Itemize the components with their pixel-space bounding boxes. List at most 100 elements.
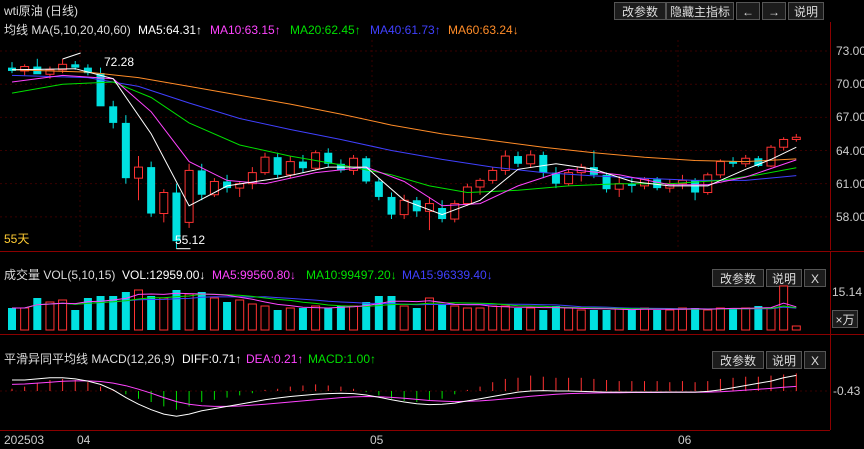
candle-body [121,122,130,179]
candle-body [779,138,789,148]
volume-bar [665,309,675,331]
volume-bar [677,307,687,331]
volume-bar [147,296,156,330]
candle-body [703,174,713,194]
volume-bar [627,310,636,330]
candle-body [791,136,801,140]
volume-bar [741,307,751,331]
panel-divider [0,334,864,335]
volume-bar [336,306,345,330]
candle-body [514,156,522,164]
diff-value: DIFF:0.71↑ [182,352,242,366]
volume-bar [45,301,55,331]
hide-main-indicator-button[interactable]: 隐藏主指标 [666,2,734,20]
candle-body [589,167,598,175]
high-marker [62,52,81,60]
ma20-value: MA20:62.45↑ [290,23,361,37]
help-button[interactable]: 说明 [788,2,824,20]
candle-body [539,154,548,173]
price-tick: 58.00 [836,209,864,224]
candle-body [285,161,295,176]
price-tick: 70.00 [836,77,864,92]
candle-body [109,106,118,123]
back-arrow-icon[interactable]: ← [736,2,760,20]
volume-bar [399,305,409,331]
volume-bar [298,308,307,330]
volume-bar [514,308,522,330]
candle-body [614,183,624,190]
volume-bar [247,303,257,331]
volume-chart[interactable] [0,284,830,331]
date-tick: 202503 [4,433,45,447]
candle-body [766,146,776,167]
volume-bar [729,308,738,330]
volume-bar [324,308,333,330]
volume-bar [438,304,447,330]
candle-body [715,161,725,176]
volume-bar [33,298,42,330]
volume-bar [715,307,725,331]
volume-bar [260,305,270,331]
volume-bar [223,302,232,330]
volume-bar [539,310,548,330]
volume-bar [58,299,68,331]
candle-body [488,169,498,181]
volume-bar [614,307,624,331]
change-params-button[interactable]: 改参数 [614,2,666,20]
volume-bar [640,307,649,331]
volume-bar [475,307,485,331]
candle-body [159,192,169,215]
price-tick: 64.00 [836,143,864,158]
candle-body [197,170,206,195]
candlestick-chart[interactable] [0,40,830,250]
candle-body [462,186,472,205]
volume-bar [791,325,801,331]
volume-bar [184,293,194,331]
macd-value: MACD:1.00↑ [308,352,377,366]
price-tick: 67.00 [836,110,864,125]
volume-bar [235,299,245,331]
vol-ma10-value: MA10:99497.20↓ [306,268,397,282]
vol-value: VOL:12959.00↓ [122,268,206,282]
candle-body [134,166,143,179]
dea-value: DEA:0.21↑ [246,352,304,366]
volume-bar [273,310,282,330]
forward-arrow-icon[interactable]: → [762,2,786,20]
candle-body [71,64,80,68]
macd-axis-value: -0.43 [833,384,861,398]
candle-body [273,157,282,175]
candle-body [374,181,383,197]
candle-body [260,156,270,174]
volume-bar [589,310,598,330]
volume-bar [311,305,321,331]
candle-body [184,169,194,223]
vol-ma15-value: MA15:96339.40↓ [402,268,493,282]
volume-bar [564,307,574,331]
low-annotation: 55.12 [175,233,206,247]
candle-body [147,167,156,214]
ma10-value: MA10:63.15↑ [210,23,281,37]
volume-bar [779,285,789,331]
volume-bar [653,310,662,330]
vol-ma5-value: MA5:99560.80↓ [212,268,297,282]
volume-bar [488,305,498,331]
candle-body [526,154,536,165]
vol-label: 成交量 VOL(5,10,15) [4,268,116,282]
price-tick: 61.00 [836,176,864,191]
volume-bar [134,289,143,331]
price-axis-divider [830,22,831,250]
panel-divider [0,251,864,252]
volume-bar [766,307,776,331]
date-tick: 05 [370,433,384,447]
ma40-value: MA40:61.73↑ [370,23,441,37]
volume-bar [285,307,295,331]
macd-label: 平滑异同平均线 MACD(12,26,9) [4,352,175,366]
candle-body [475,179,485,188]
high-annotation: 72.28 [104,55,135,69]
volume-bar [8,308,16,330]
ma60-value: MA60:63.24↓ [448,23,519,37]
price-tick: 73.00 [836,44,864,59]
volume-bar [20,307,30,331]
vol-axis-divider [830,252,831,334]
macd-chart[interactable] [0,367,830,429]
